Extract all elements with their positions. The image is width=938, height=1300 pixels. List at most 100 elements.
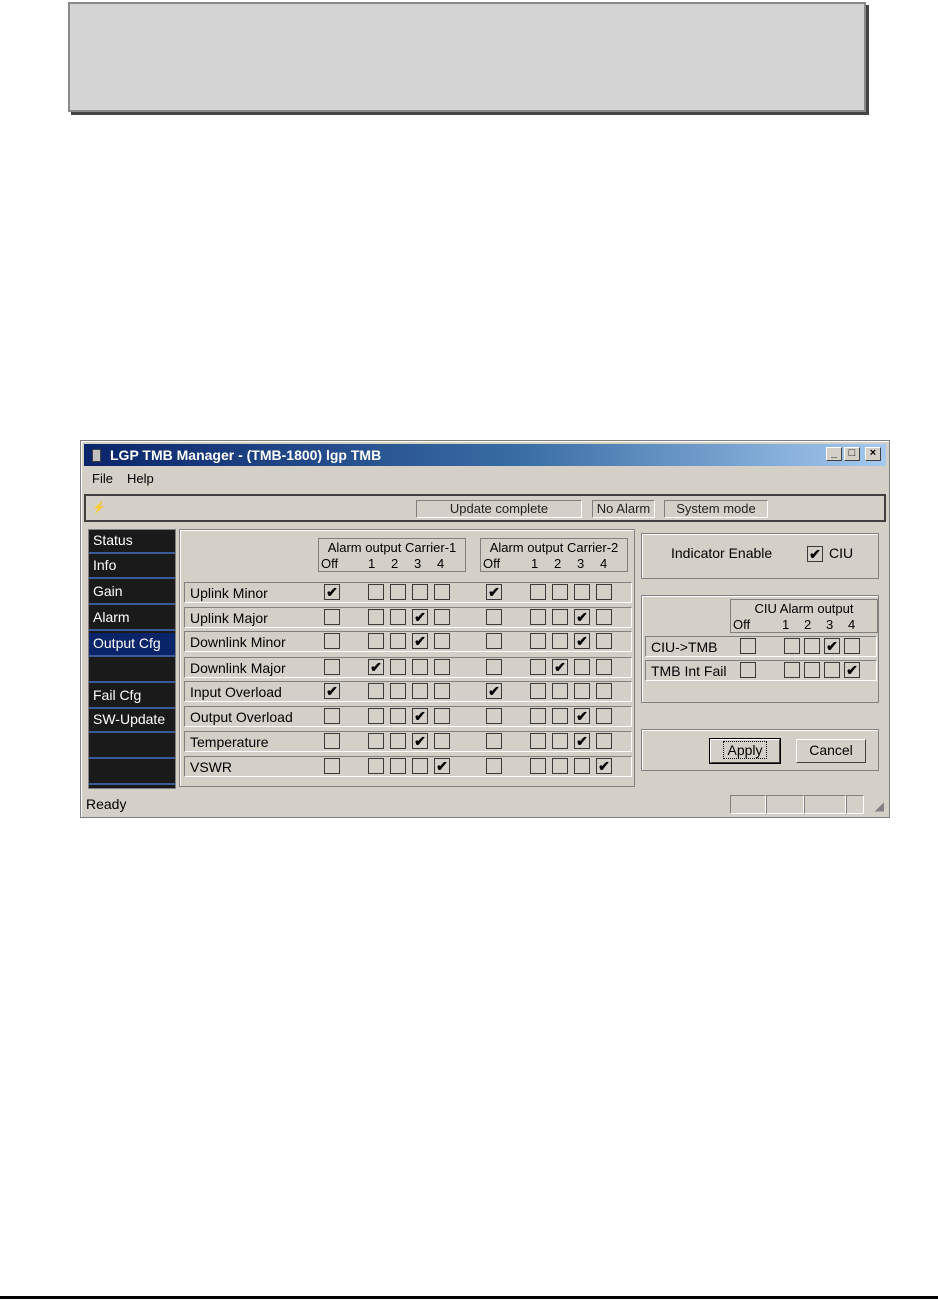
carrier2-checkbox-1[interactable] [530,758,546,774]
sidebar-item-gain[interactable]: Gain [89,581,175,605]
ciu-checkbox-1[interactable] [784,638,800,654]
carrier2-checkbox-3[interactable] [574,758,590,774]
carrier2-checkbox-1[interactable] [530,633,546,649]
carrier1-checkbox-1[interactable] [368,584,384,600]
carrier2-checkbox-2[interactable] [552,609,568,625]
carrier1-checkbox-2[interactable] [390,609,406,625]
carrier2-checkbox-3[interactable]: ✔ [574,708,590,724]
carrier2-checkbox-1[interactable] [530,659,546,675]
carrier2-checkbox-2[interactable] [552,683,568,699]
carrier1-checkbox-4[interactable]: ✔ [434,758,450,774]
carrier2-checkbox-off[interactable] [486,633,502,649]
carrier1-checkbox-2[interactable] [390,633,406,649]
sidebar-item-output-cfg[interactable]: Output Cfg [89,633,175,657]
ciu-checkbox-3[interactable] [824,662,840,678]
carrier2-checkbox-off[interactable] [486,733,502,749]
carrier1-checkbox-4[interactable] [434,708,450,724]
carrier2-checkbox-off[interactable]: ✔ [486,584,502,600]
carrier2-checkbox-1[interactable] [530,708,546,724]
ciu-checkbox-2[interactable] [804,662,820,678]
ciu-checkbox-4[interactable]: ✔ [844,662,860,678]
ciu-checkbox-off[interactable] [740,638,756,654]
sidebar-item-fail-cfg[interactable]: Fail Cfg [89,685,175,709]
carrier1-checkbox-1[interactable] [368,683,384,699]
menu-help[interactable]: Help [127,471,154,486]
ciu-checkbox-4[interactable] [844,638,860,654]
carrier2-checkbox-4[interactable] [596,609,612,625]
carrier1-checkbox-off[interactable] [324,659,340,675]
carrier1-checkbox-off[interactable] [324,633,340,649]
carrier2-checkbox-4[interactable] [596,708,612,724]
carrier1-checkbox-1[interactable] [368,609,384,625]
title-bar[interactable]: LGP TMB Manager - (TMB-1800) lgp TMB _ □… [84,444,886,466]
carrier1-checkbox-3[interactable] [412,584,428,600]
carrier2-checkbox-3[interactable]: ✔ [574,733,590,749]
ciu-checkbox-off[interactable] [740,662,756,678]
carrier2-checkbox-1[interactable] [530,683,546,699]
carrier2-checkbox-4[interactable] [596,633,612,649]
carrier1-checkbox-4[interactable] [434,633,450,649]
carrier1-checkbox-4[interactable] [434,659,450,675]
close-button[interactable]: × [865,447,881,461]
carrier2-checkbox-off[interactable] [486,758,502,774]
carrier1-checkbox-3[interactable]: ✔ [412,708,428,724]
carrier2-checkbox-3[interactable] [574,659,590,675]
carrier2-checkbox-4[interactable] [596,683,612,699]
carrier1-checkbox-3[interactable] [412,758,428,774]
carrier1-checkbox-3[interactable]: ✔ [412,609,428,625]
carrier1-checkbox-4[interactable] [434,683,450,699]
ciu-checkbox-3[interactable]: ✔ [824,638,840,654]
sidebar-item-info[interactable]: Info [89,555,175,579]
carrier1-checkbox-4[interactable] [434,733,450,749]
carrier1-checkbox-off[interactable] [324,708,340,724]
carrier1-checkbox-2[interactable] [390,733,406,749]
carrier1-checkbox-2[interactable] [390,584,406,600]
ciu-checkbox-1[interactable] [784,662,800,678]
carrier2-checkbox-2[interactable] [552,758,568,774]
carrier2-checkbox-1[interactable] [530,584,546,600]
carrier1-checkbox-off[interactable] [324,733,340,749]
carrier2-checkbox-2[interactable] [552,584,568,600]
menu-file[interactable]: File [92,471,113,486]
connection-icon[interactable]: ⚡ [92,502,106,514]
carrier1-checkbox-off[interactable]: ✔ [324,584,340,600]
carrier2-checkbox-2[interactable] [552,633,568,649]
carrier2-checkbox-off[interactable] [486,609,502,625]
maximize-button[interactable]: □ [844,447,860,461]
carrier1-checkbox-1[interactable] [368,733,384,749]
cancel-button[interactable]: Cancel [796,739,866,763]
resize-grip-icon[interactable]: ◢ [875,799,884,813]
carrier2-checkbox-3[interactable]: ✔ [574,609,590,625]
apply-button[interactable]: Apply [709,738,781,764]
carrier2-checkbox-3[interactable]: ✔ [574,633,590,649]
carrier1-checkbox-off[interactable] [324,758,340,774]
sidebar-item-alarm[interactable]: Alarm [89,607,175,631]
carrier1-checkbox-2[interactable] [390,683,406,699]
carrier1-checkbox-1[interactable]: ✔ [368,659,384,675]
carrier1-checkbox-1[interactable] [368,708,384,724]
carrier1-checkbox-3[interactable]: ✔ [412,733,428,749]
carrier2-checkbox-off[interactable]: ✔ [486,683,502,699]
carrier2-checkbox-1[interactable] [530,733,546,749]
carrier2-checkbox-2[interactable]: ✔ [552,659,568,675]
ciu-checkbox-2[interactable] [804,638,820,654]
carrier1-checkbox-2[interactable] [390,758,406,774]
sidebar-item-status[interactable]: Status [89,530,175,554]
carrier2-checkbox-2[interactable] [552,708,568,724]
carrier1-checkbox-1[interactable] [368,633,384,649]
minimize-button[interactable]: _ [826,447,842,461]
carrier2-checkbox-3[interactable] [574,683,590,699]
carrier1-checkbox-2[interactable] [390,659,406,675]
carrier1-checkbox-off[interactable] [324,609,340,625]
carrier2-checkbox-4[interactable] [596,659,612,675]
carrier1-checkbox-off[interactable]: ✔ [324,683,340,699]
carrier1-checkbox-3[interactable] [412,659,428,675]
carrier2-checkbox-off[interactable] [486,659,502,675]
carrier1-checkbox-4[interactable] [434,584,450,600]
carrier2-checkbox-4[interactable] [596,584,612,600]
ciu-enable-checkbox[interactable]: ✔ [807,546,823,562]
carrier2-checkbox-4[interactable] [596,733,612,749]
carrier2-checkbox-3[interactable] [574,584,590,600]
carrier1-checkbox-3[interactable]: ✔ [412,633,428,649]
carrier2-checkbox-4[interactable]: ✔ [596,758,612,774]
